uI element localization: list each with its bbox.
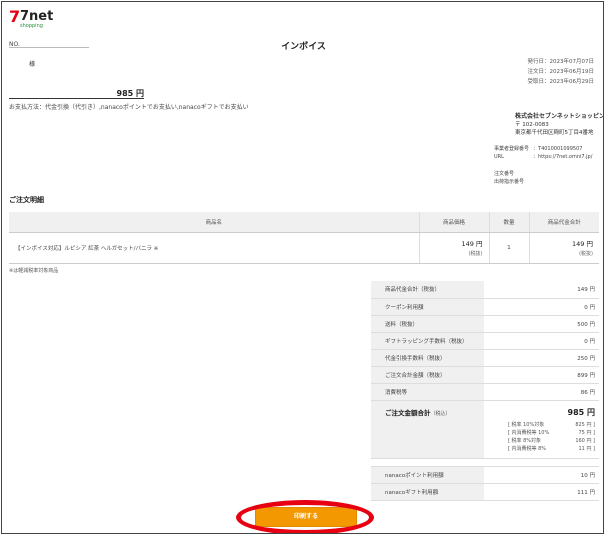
breakdown-value: 160 円 ] [575,437,595,444]
tax-breakdown: [ 税率 10%対象 825 円 ] [ 内消費税等 10% 75 円 ] [ 税率… [484,421,595,453]
order-date: 注文日：2023年06月19日 [527,69,595,75]
issued-date: 発行日：2023年07月07日 [527,59,595,65]
grand-total-label: ご注文金額合計 [385,408,431,417]
breakdown-label: [ 内消費税等 10% [508,429,550,436]
company-postal: 〒 102-0083 [515,122,549,128]
company-name: 株式会社セブンネットショッピング [515,113,604,120]
summary-row: ギフトラッピング手数料（税抜） 0 円 [371,332,599,350]
grand-total-value-cell: 985 円 [ 税率 10%対象 825 円 ] [ 内消費税等 10% 75 円 … [484,400,599,459]
summary-label: 送料（税抜） [371,315,484,333]
order-no-label: 注文番号 [494,171,515,177]
breakdown-label: [ 税率 10%対象 [508,421,545,428]
summary-label: ご注文合計金額（税抜） [371,366,484,384]
customer-honorific: 様 [29,61,36,68]
breakdown-row: [ 内消費税等 8% 11 円 ] [484,445,595,453]
item-subtotal-note: (税抜) [579,251,593,257]
order-numbers: 注文番号 出荷指示番号 [494,170,524,186]
col-qty: 数量 [488,212,529,233]
item-qty: 1 [488,232,529,264]
nanaco-value: 10 円 [484,466,599,484]
breakdown-value: 75 円 ] [578,429,596,436]
logo-sub: shopping [20,23,43,29]
col-price: 商品価格 [418,212,489,233]
order-details-title: ご注文明細 [9,196,44,204]
summary-row: クーポン利用額 0 円 [371,298,599,316]
item-price-cell: 149 円 (税抜) [418,232,489,264]
col-subtotal: 商品代金合計 [528,212,599,233]
delivery-date: 受取日：2023年06月29日 [527,79,595,85]
summary-value: 149 円 [484,281,599,299]
summary-value: 0 円 [484,332,599,350]
summary-spacer [371,458,599,467]
table-row: 【インボイス対応】ルピシア 紅茶 ヘルガセット/バニラ ※ 149 円 (税抜)… [9,232,599,264]
summary-value: 500 円 [484,315,599,333]
summary-label: ギフトラッピング手数料（税抜） [371,332,484,350]
grand-total-value: 985 円 [567,407,595,417]
breakdown-row: [ 税率 10%対象 825 円 ] [484,421,595,429]
logo-seven: 7 [9,7,21,26]
summary-row: ご注文合計金額（税抜） 899 円 [371,366,599,384]
nanaco-label: nanacoギフト利用額 [371,483,484,501]
company-address: 東京都千代田区麹町5丁目4番地 [515,130,594,136]
breakdown-value: 11 円 ] [578,445,596,452]
summary-value: 0 円 [484,298,599,316]
url-label: URL [494,154,504,160]
summary-label: クーポン利用額 [371,298,484,316]
item-name: 【インボイス対応】ルピシア 紅茶 ヘルガセット/バニラ ※ [9,232,419,264]
item-price: 149 円 [461,240,483,248]
breakdown-row: [ 税率 8%対象 160 円 ] [484,437,595,445]
highlight-ellipse [236,500,374,533]
breakdown-row: [ 内消費税等 10% 75 円 ] [484,429,595,437]
total-underline [9,98,144,99]
item-subtotal: 149 円 [572,240,593,248]
summary-label: 消費税等 [371,383,484,401]
nanaco-row: nanacoギフト利用額 111 円 [371,483,599,501]
url-value[interactable]: ：https://7net.omni7.jp/ [533,153,596,161]
summary-label: 代金引換手数料（税抜） [371,349,484,367]
invoice-window: 7 7net shopping NO. インボイス 発行日：2023年07月07… [1,1,604,534]
shipment-no-label: 出荷指示番号 [494,179,525,185]
page-title: インボイス [281,42,326,52]
summary-label: 商品代金合計（税抜） [371,281,484,299]
breakdown-value: 825 円 ] [575,421,595,428]
summary-value: 250 円 [484,349,599,367]
nanaco-value: 111 円 [484,483,599,501]
summary-value: 899 円 [484,366,599,384]
col-product-name: 商品名 [9,212,419,233]
breakdown-label: [ 内消費税等 8% [508,445,547,452]
summary-table: 商品代金合計（税抜） 149 円 クーポン利用額 0 円 送料（税抜） 500 … [371,281,599,501]
dates-block: 発行日：2023年07月07日 注文日：2023年06月19日 受取日：2023… [528,57,595,87]
registration-info: 事業者登録番号 ：T4010001099507 URL ：https://7ne… [494,145,596,161]
nanaco-label: nanacoポイント利用額 [371,466,484,484]
items-table: 商品名 商品価格 数量 商品代金合計 【インボイス対応】ルピシア 紅茶 ヘルガセ… [9,212,599,264]
grand-total-row: ご注文金額合計（税込） 985 円 [ 税率 10%対象 825 円 ] [ 内消… [371,400,599,459]
grand-total-label-cell: ご注文金額合計（税込） [371,400,484,459]
summary-value: 86 円 [484,383,599,401]
breakdown-label: [ 税率 8%対象 [508,437,542,444]
summary-row: 代金引換手数料（税抜） 250 円 [371,349,599,367]
spacer-cell [371,458,599,467]
summary-row: 消費税等 86 円 [371,383,599,401]
reg-value: ：T4010001099507 [533,146,583,152]
item-price-note: (税抜) [468,251,483,257]
company-info: 株式会社セブンネットショッピング 〒 102-0083 東京都千代田区麹町5丁目… [515,113,604,137]
summary-row: 送料（税抜） 500 円 [371,315,599,333]
nanaco-row: nanacoポイント利用額 10 円 [371,466,599,484]
reg-label: 事業者登録番号 [494,146,530,152]
7net-logo[interactable]: 7 7net shopping [9,7,53,30]
grand-total-label-note: （税込） [430,410,451,417]
payment-method: お支払方法：代金引換（代引き）,nanacoポイントでお支払い,nanacoギフ… [9,104,249,111]
item-subtotal-cell: 149 円 (税抜) [528,232,599,264]
summary-row: 商品代金合計（税抜） 149 円 [371,281,599,299]
reduced-tax-note: ※は軽減税率対象商品 [9,268,59,274]
